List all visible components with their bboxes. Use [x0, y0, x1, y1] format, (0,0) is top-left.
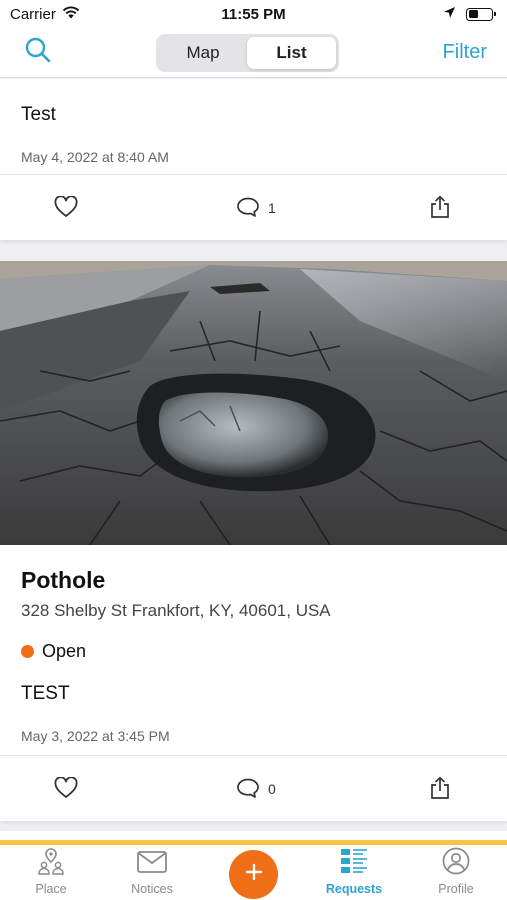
status-dot: [21, 645, 34, 658]
add-request-button[interactable]: [229, 850, 278, 899]
battery-icon: [466, 7, 496, 21]
location-arrow-icon: [443, 6, 456, 23]
heart-icon: [54, 194, 78, 221]
card-title: Pothole: [21, 567, 106, 593]
comment-button[interactable]: 1: [236, 176, 276, 240]
like-button[interactable]: [54, 176, 78, 240]
tab-requests[interactable]: Requests: [309, 845, 399, 900]
segment-map[interactable]: Map: [159, 37, 248, 69]
card-divider: [0, 174, 507, 175]
status-left: Carrier: [10, 6, 80, 23]
carrier-label: Carrier: [10, 5, 56, 23]
tab-place[interactable]: Place: [6, 845, 96, 900]
status-bar: Carrier 11:55 PM: [0, 0, 507, 28]
status-right: [443, 6, 496, 23]
like-button[interactable]: [54, 757, 78, 821]
pothole-image: [0, 261, 507, 545]
card-divider: [0, 755, 507, 756]
request-photo[interactable]: [0, 261, 507, 545]
card-actions: 0: [0, 757, 507, 821]
card-description: Test: [21, 104, 56, 125]
tab-label: Profile: [438, 882, 474, 896]
share-button[interactable]: [429, 757, 451, 821]
tab-notices[interactable]: Notices: [107, 845, 197, 900]
tab-label: Requests: [325, 882, 383, 896]
status-label: Open: [42, 641, 87, 661]
profile-icon: [441, 847, 471, 878]
share-icon: [429, 195, 451, 222]
card-date: May 4, 2022 at 8:40 AM: [21, 149, 169, 165]
segment-list[interactable]: List: [247, 36, 336, 69]
card-actions: 1: [0, 176, 507, 240]
card-description: TEST: [21, 683, 70, 704]
share-button[interactable]: [429, 176, 451, 240]
card-address: 328 Shelby St Frankfort, KY, 40601, USA: [21, 601, 331, 620]
plus-icon: [244, 862, 264, 887]
tab-label: Place: [35, 882, 67, 896]
request-feed[interactable]: Test May 4, 2022 at 8:40 AM 1 Pothole 32…: [0, 79, 507, 843]
card-date: May 3, 2022 at 3:45 PM: [21, 728, 170, 744]
comment-icon: [236, 777, 260, 802]
heart-icon: [54, 775, 78, 802]
wifi-icon: [62, 5, 80, 23]
place-icon: [36, 847, 66, 878]
comment-count: 0: [268, 781, 276, 797]
request-card[interactable]: Pothole 328 Shelby St Frankfort, KY, 406…: [0, 261, 507, 821]
mail-icon: [136, 849, 168, 878]
request-card[interactable]: Test May 4, 2022 at 8:40 AM 1: [0, 79, 507, 240]
filter-button[interactable]: Filter: [443, 41, 487, 64]
search-icon[interactable]: [24, 36, 52, 69]
comment-button[interactable]: 0: [236, 757, 276, 821]
status-badge: Open: [21, 641, 86, 662]
tab-profile[interactable]: Profile: [411, 845, 501, 900]
list-icon: [339, 847, 369, 878]
comment-count: 1: [268, 200, 276, 216]
tab-bar: Place Notices Requests Profile: [0, 840, 507, 900]
view-mode-segmented-control: Map List: [155, 33, 339, 72]
share-icon: [429, 776, 451, 803]
nav-bar: Map List Filter: [0, 28, 507, 78]
tab-label: Notices: [131, 882, 173, 896]
comment-icon: [236, 196, 260, 221]
